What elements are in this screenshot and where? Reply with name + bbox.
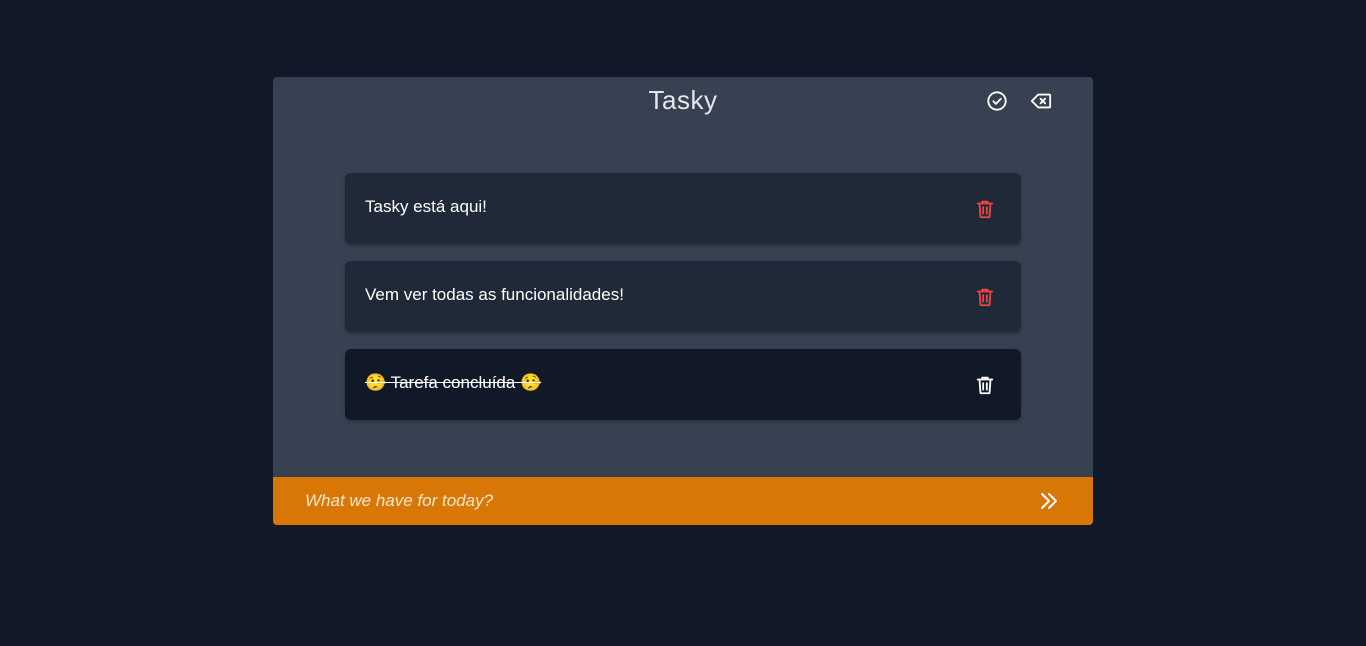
backspace-icon [1030,93,1052,109]
trash-icon [976,376,994,395]
new-task-input[interactable] [305,487,1005,515]
task-item[interactable]: Vem ver todas as funcionalidades! [345,261,1021,332]
app-header: Tasky [273,77,1093,125]
task-text: 🤥 Tarefa concluída 🤥 [365,373,542,392]
trash-icon [976,288,994,307]
task-text: Tasky está aqui! [365,197,487,216]
add-task-button[interactable] [1037,489,1061,513]
task-item-completed[interactable]: 🤥 Tarefa concluída 🤥 [345,349,1021,420]
delete-task-button[interactable] [973,373,997,397]
delete-task-button[interactable] [973,197,997,221]
app-title: Tasky [648,85,718,115]
delete-task-button[interactable] [973,285,997,309]
chevrons-right-icon [1041,493,1057,509]
trash-icon [976,200,994,219]
task-list: Tasky está aqui! Vem ver todas as funcio… [345,173,1021,437]
task-text: Vem ver todas as funcionalidades! [365,285,624,304]
check-circle-icon [987,91,1007,111]
complete-all-button[interactable] [985,89,1009,113]
clear-completed-button[interactable] [1029,89,1053,113]
tasky-app: Tasky Tasky está aqui! Vem ver todas as … [273,77,1093,525]
task-item[interactable]: Tasky está aqui! [345,173,1021,244]
new-task-bar [273,477,1093,525]
